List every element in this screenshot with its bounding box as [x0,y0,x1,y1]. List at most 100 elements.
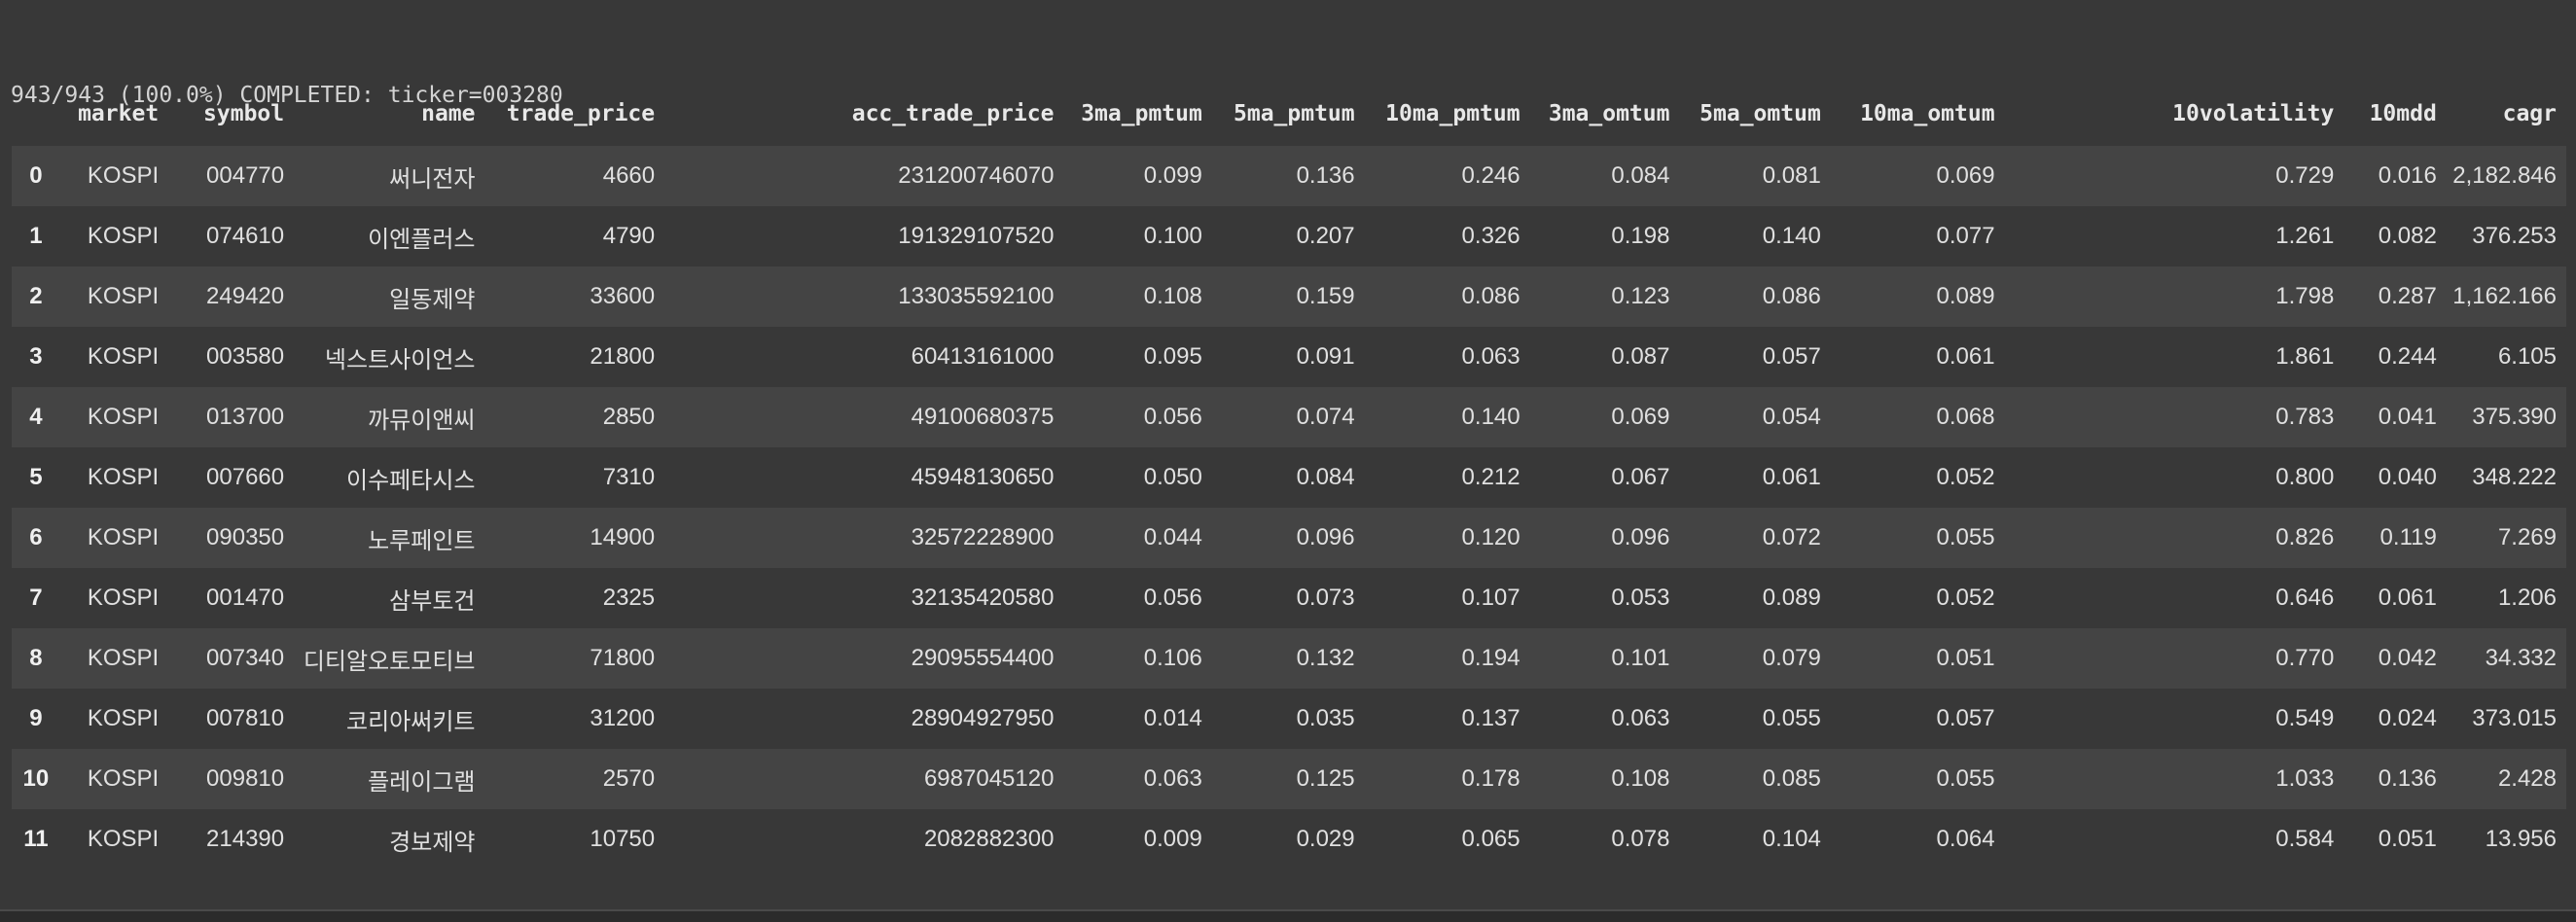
cell-10volatility: 0.729 [2275,162,2335,189]
cell-10mdd: 0.061 [2378,585,2437,611]
cell-acc-trade-price: 32135420580 [911,585,1055,611]
cell-acc-trade-price: 60413161000 [911,343,1055,370]
cell-10mdd: 0.040 [2378,464,2437,490]
cell-3ma-omtum: 0.087 [1611,343,1670,370]
cell-10mdd: 0.244 [2378,343,2437,370]
cell-cagr: 373.015 [2472,705,2557,731]
row-index: 8 [29,645,43,671]
cell-acc-trade-price: 133035592100 [898,283,1055,309]
cell-3ma-pmtum: 0.014 [1143,705,1202,731]
cell-10ma-omtum: 0.052 [1936,464,1995,490]
cell-10ma-pmtum: 0.246 [1461,162,1521,189]
cell-name: 넥스트사이언스 [324,346,476,373]
cell-name: 이엔플러스 [368,226,476,253]
cell-name: 코리아써키트 [346,708,476,735]
cell-market: KOSPI [87,826,160,852]
cell-10ma-omtum: 0.057 [1936,705,1995,731]
cell-5ma-omtum: 0.072 [1762,524,1821,550]
cell-symbol: 007340 [206,645,285,671]
row-index: 6 [29,524,43,550]
cell-10ma-omtum: 0.064 [1936,826,1995,852]
cell-trade-price: 31200 [590,705,656,731]
cell-10ma-omtum: 0.052 [1936,585,1995,611]
cell-10ma-pmtum: 0.178 [1461,765,1521,792]
table-body: 0 KOSPI 004770 써니전자 4660 231200746070 0.099 0.1… [12,146,2566,869]
cell-5ma-omtum: 0.104 [1762,826,1821,852]
cell-market: KOSPI [87,283,160,309]
cell-3ma-pmtum: 0.106 [1143,645,1202,671]
cell-3ma-pmtum: 0.108 [1143,283,1202,309]
column-header-3ma-pmtum: 3ma_pmtum [1081,101,1202,126]
table-row: 9 KOSPI 007810 코리아써키트 31200 28904927950 0.014 0… [12,689,2566,749]
cell-5ma-pmtum: 0.096 [1296,524,1355,550]
cell-name: 노루페인트 [368,527,476,554]
cell-trade-price: 4790 [602,223,656,249]
cell-3ma-omtum: 0.084 [1611,162,1670,189]
column-header-3ma-omtum: 3ma_omtum [1548,101,1670,126]
cell-cagr: 2.428 [2497,765,2557,792]
cell-symbol: 090350 [206,524,285,550]
cell-name: 이수페타시스 [346,467,476,494]
cell-acc-trade-price: 32572228900 [911,524,1055,550]
cell-5ma-omtum: 0.057 [1762,343,1821,370]
cell-10mdd: 0.024 [2378,705,2437,731]
cell-market: KOSPI [87,162,160,189]
cell-acc-trade-price: 28904927950 [911,705,1055,731]
column-header-10ma-pmtum: 10ma_pmtum [1385,101,1521,126]
cell-trade-price: 2850 [602,404,656,430]
column-header-symbol: symbol [203,101,285,126]
row-index: 4 [29,404,43,430]
cell-10ma-pmtum: 0.107 [1461,585,1521,611]
cell-symbol: 001470 [206,585,285,611]
cell-5ma-omtum: 0.079 [1762,645,1821,671]
column-header-acc-trade-price: acc_trade_price [851,101,1055,126]
cell-10ma-pmtum: 0.086 [1461,283,1521,309]
cell-5ma-omtum: 0.085 [1762,765,1821,792]
row-index: 1 [29,223,43,249]
cell-10mdd: 0.016 [2378,162,2437,189]
cell-symbol: 013700 [206,404,285,430]
table-row: 3 KOSPI 003580 넥스트사이언스 21800 60413161000 0.095… [12,327,2566,387]
cell-3ma-pmtum: 0.099 [1143,162,1202,189]
cell-5ma-omtum: 0.086 [1762,283,1821,309]
cell-symbol: 074610 [206,223,285,249]
cell-5ma-pmtum: 0.029 [1296,826,1355,852]
column-header-5ma-omtum: 5ma_omtum [1699,101,1821,126]
cell-symbol: 249420 [206,283,285,309]
cell-symbol: 003580 [206,343,285,370]
cell-5ma-pmtum: 0.091 [1296,343,1355,370]
table-row: 5 KOSPI 007660 이수페타시스 7310 45948130650 0.050 0.… [12,447,2566,508]
cell-3ma-pmtum: 0.095 [1143,343,1202,370]
cell-3ma-omtum: 0.067 [1611,464,1670,490]
cell-market: KOSPI [87,705,160,731]
cell-10ma-pmtum: 0.065 [1461,826,1521,852]
cell-3ma-omtum: 0.198 [1611,223,1670,249]
cell-5ma-pmtum: 0.136 [1296,162,1355,189]
cell-3ma-pmtum: 0.100 [1143,223,1202,249]
cell-10volatility: 0.800 [2275,464,2335,490]
column-header-5ma-pmtum: 5ma_pmtum [1234,101,1355,126]
cell-name: 삼부토건 [389,587,476,615]
cell-symbol: 007660 [206,464,285,490]
cell-10ma-omtum: 0.055 [1936,765,1995,792]
cell-3ma-omtum: 0.123 [1611,283,1670,309]
cell-5ma-omtum: 0.140 [1762,223,1821,249]
cell-10ma-omtum: 0.068 [1936,404,1995,430]
cell-name: 디티알오토모티브 [303,648,476,675]
cell-cagr: 34.332 [2485,645,2557,671]
cell-10mdd: 0.119 [2379,524,2437,550]
cell-5ma-pmtum: 0.132 [1296,645,1355,671]
cell-cagr: 348.222 [2472,464,2557,490]
cell-output-area: 943/943 (100.0%) COMPLETED: ticker=00328… [0,0,2576,909]
header-row: market symbol name trade_price acc_trade_pri… [12,82,2566,146]
cell-trade-price: 10750 [590,826,656,852]
row-index: 5 [29,464,43,490]
cell-10ma-omtum: 0.069 [1936,162,1995,189]
cell-trade-price: 7310 [602,464,656,490]
cell-market: KOSPI [87,585,160,611]
cell-3ma-omtum: 0.108 [1611,765,1670,792]
row-index: 0 [29,162,43,189]
cell-5ma-omtum: 0.081 [1762,162,1821,189]
cell-10ma-omtum: 0.089 [1936,283,1995,309]
cell-market: KOSPI [87,223,160,249]
